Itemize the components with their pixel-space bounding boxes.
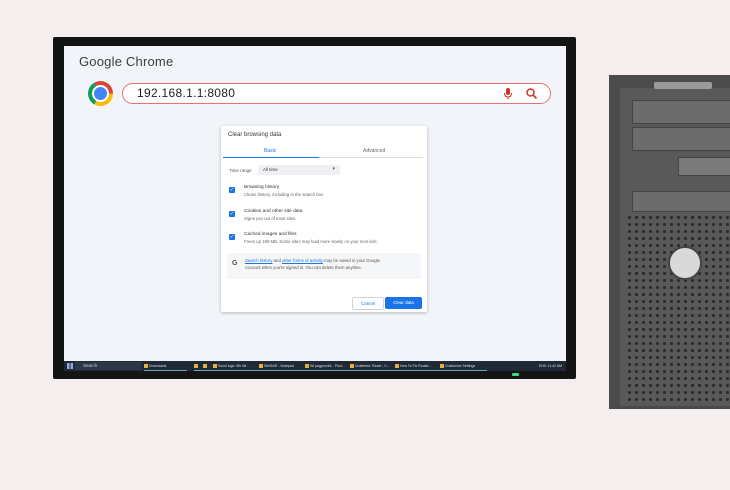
- screen: Google Chrome 192.168.1.1:8080 Clear bro…: [64, 46, 566, 371]
- note-line-2: Account when you're signed in. You can d…: [245, 265, 362, 270]
- note-rest: may be saved in your Google: [322, 258, 380, 263]
- caret-down-icon: ▾: [332, 166, 335, 172]
- drive-slot: [678, 157, 730, 176]
- time-range-select[interactable]: All time ▾: [258, 165, 340, 175]
- windows-start-icon[interactable]: [67, 363, 73, 369]
- drive-bay: [632, 100, 730, 124]
- search-icon[interactable]: [525, 87, 538, 100]
- option-desc: Frees up 180 MB. Some sites may load mor…: [244, 239, 378, 244]
- clear-data-button[interactable]: Clear data: [385, 297, 422, 309]
- time-range-value: All time: [263, 167, 278, 172]
- option-title: Cookies and other site data: [244, 209, 303, 214]
- other-activity-link[interactable]: other forms of activity: [282, 258, 323, 263]
- drive-bay: [632, 191, 730, 212]
- omnibox[interactable]: 192.168.1.1:8080: [122, 83, 551, 104]
- tab-basic[interactable]: Basic: [264, 148, 276, 154]
- google-account-note: G Search history and other forms of acti…: [227, 253, 421, 279]
- tab-advanced[interactable]: Advanced: [363, 148, 385, 154]
- option-title: Browsing history: [244, 185, 280, 190]
- tab-divider: [319, 157, 423, 158]
- power-button-icon: [668, 246, 702, 280]
- taskbar-search[interactable]: Search: [75, 362, 141, 370]
- mic-icon[interactable]: [502, 87, 514, 100]
- checkbox-cached-images[interactable]: ✓: [229, 234, 235, 240]
- system-tray[interactable]: ENG 11:42 AM: [539, 362, 562, 370]
- note-line-1: Search history and other forms of activi…: [245, 258, 380, 263]
- time-range-label: Time range: [229, 168, 252, 173]
- checkbox-cookies[interactable]: ✓: [229, 211, 235, 217]
- taskbar: Search Downloads Scroll logo: 9th Wi... …: [64, 361, 566, 371]
- taskbar-item[interactable]: Unaltered: Reset - C...: [350, 362, 397, 371]
- app-title: Google Chrome: [79, 54, 174, 69]
- tab-active-indicator: [223, 157, 319, 158]
- taskbar-item[interactable]: Wi pagproc64 - Phot...: [305, 362, 352, 371]
- checkbox-browsing-history[interactable]: ✓: [229, 187, 235, 193]
- clear-browsing-data-dialog: Clear browsing data Basic Advanced Time …: [221, 126, 427, 312]
- taskbar-search-placeholder: Search: [83, 363, 98, 368]
- omnibox-url[interactable]: 192.168.1.1:8080: [137, 86, 235, 100]
- option-desc: Signs you out of most sites.: [244, 216, 297, 221]
- tower-handle: [654, 82, 712, 89]
- taskbar-item[interactable]: Downloads: [144, 362, 187, 371]
- chrome-logo-icon: [88, 81, 113, 106]
- cancel-button[interactable]: Cancel: [352, 297, 384, 310]
- note-and: and: [272, 258, 283, 263]
- taskbar-item[interactable]: Customize Settings: [440, 362, 487, 371]
- vent-grille: [626, 214, 730, 404]
- taskbar-item[interactable]: How To Fix Router...: [395, 362, 442, 371]
- monitor-power-led: [512, 373, 519, 376]
- option-title: Cached images and files: [244, 232, 297, 237]
- taskbar-item[interactable]: WinRAR - Notepad: [259, 362, 307, 371]
- google-g-icon: G: [232, 260, 238, 267]
- search-history-link[interactable]: Search history: [245, 258, 272, 263]
- dialog-title: Clear browsing data: [228, 132, 282, 138]
- drive-bay: [632, 127, 730, 151]
- option-desc: Clears history, including in the search …: [244, 192, 324, 197]
- taskbar-item[interactable]: Scroll logo: 9th Wi...: [213, 362, 261, 371]
